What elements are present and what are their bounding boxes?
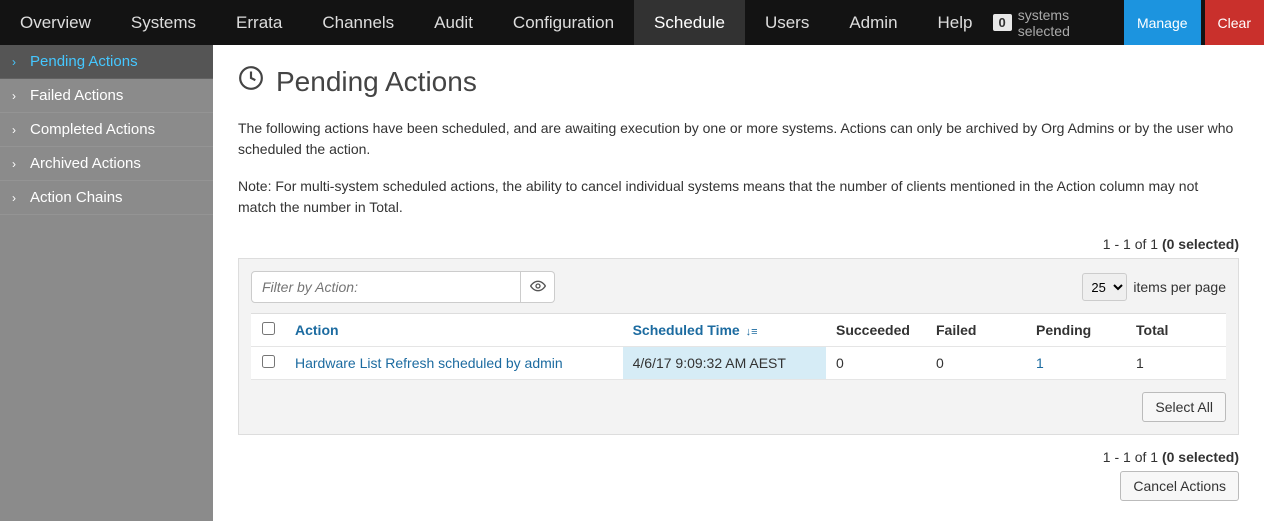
nav-overview[interactable]: Overview: [0, 0, 111, 45]
cell-succeeded: 0: [826, 347, 926, 380]
nav-users[interactable]: Users: [745, 0, 829, 45]
chevron-right-icon: ›: [12, 89, 22, 103]
clock-icon: [238, 65, 264, 98]
sidebar-item-label: Action Chains: [30, 189, 123, 206]
action-link[interactable]: Hardware List Refresh scheduled by admin: [295, 355, 563, 371]
sidebar-item-completed-actions[interactable]: › Completed Actions: [0, 113, 213, 147]
filter-input[interactable]: [251, 271, 521, 303]
sidebar-item-label: Archived Actions: [30, 155, 141, 172]
col-succeeded: Succeeded: [826, 314, 926, 347]
chevron-right-icon: ›: [12, 191, 22, 205]
chevron-right-icon: ›: [12, 55, 22, 69]
systems-selected[interactable]: 0 systems selected: [993, 0, 1124, 45]
table-row: Hardware List Refresh scheduled by admin…: [251, 347, 1226, 380]
result-selected: (0 selected): [1162, 449, 1239, 465]
result-range: 1 - 1 of 1: [1103, 449, 1162, 465]
row-checkbox[interactable]: [262, 355, 275, 368]
cell-scheduled-time: 4/6/17 9:09:32 AM AEST: [623, 347, 826, 380]
page-title: Pending Actions: [238, 65, 1239, 98]
actions-table: Action Scheduled Time ↓≡ Succeeded Faile…: [251, 313, 1226, 380]
result-range: 1 - 1 of 1: [1103, 236, 1162, 252]
cancel-actions-button[interactable]: Cancel Actions: [1120, 471, 1239, 501]
sidebar-item-label: Failed Actions: [30, 87, 123, 104]
chevron-right-icon: ›: [12, 123, 22, 137]
col-scheduled-time[interactable]: Scheduled Time ↓≡: [623, 314, 826, 347]
nav-schedule[interactable]: Schedule: [634, 0, 745, 45]
nav-help[interactable]: Help: [918, 0, 993, 45]
eye-icon: [530, 278, 546, 297]
col-total: Total: [1126, 314, 1226, 347]
items-per-page-label: items per page: [1133, 279, 1226, 295]
result-selected: (0 selected): [1162, 236, 1239, 252]
items-per-page-select[interactable]: 25: [1082, 273, 1127, 301]
main-content: Pending Actions The following actions ha…: [213, 45, 1264, 521]
clear-button[interactable]: Clear: [1205, 0, 1264, 45]
chevron-right-icon: ›: [12, 157, 22, 171]
col-action[interactable]: Action: [285, 314, 623, 347]
page-title-text: Pending Actions: [276, 66, 477, 98]
nav-audit[interactable]: Audit: [414, 0, 493, 45]
nav-configuration[interactable]: Configuration: [493, 0, 634, 45]
col-pending: Pending: [1026, 314, 1126, 347]
intro-paragraph-2: Note: For multi-system scheduled actions…: [238, 176, 1239, 218]
actions-panel: 25 items per page Action Sc: [238, 258, 1239, 435]
nav-admin[interactable]: Admin: [829, 0, 917, 45]
nav-errata[interactable]: Errata: [216, 0, 302, 45]
sidebar: › Pending Actions › Failed Actions › Com…: [0, 45, 213, 521]
result-summary-top: 1 - 1 of 1 (0 selected): [238, 236, 1239, 252]
sidebar-item-pending-actions[interactable]: › Pending Actions: [0, 45, 213, 79]
sidebar-item-label: Completed Actions: [30, 121, 155, 138]
sidebar-item-failed-actions[interactable]: › Failed Actions: [0, 79, 213, 113]
top-nav: Overview Systems Errata Channels Audit C…: [0, 0, 1264, 45]
manage-button[interactable]: Manage: [1124, 0, 1201, 45]
sidebar-item-archived-actions[interactable]: › Archived Actions: [0, 147, 213, 181]
systems-selected-count: 0: [993, 14, 1012, 31]
items-per-page: 25 items per page: [1082, 273, 1226, 301]
sidebar-item-action-chains[interactable]: › Action Chains: [0, 181, 213, 215]
nav-systems[interactable]: Systems: [111, 0, 216, 45]
filter-visibility-button[interactable]: [521, 271, 555, 303]
intro-paragraph-1: The following actions have been schedule…: [238, 118, 1239, 160]
col-failed: Failed: [926, 314, 1026, 347]
nav-channels[interactable]: Channels: [302, 0, 414, 45]
select-all-checkbox[interactable]: [262, 322, 275, 335]
select-all-button[interactable]: Select All: [1142, 392, 1226, 422]
pending-link[interactable]: 1: [1036, 355, 1044, 371]
systems-selected-label: systems selected: [1018, 7, 1114, 39]
sort-desc-icon: ↓≡: [746, 326, 758, 338]
cell-total: 1: [1126, 347, 1226, 380]
cell-failed: 0: [926, 347, 1026, 380]
result-summary-bottom: 1 - 1 of 1 (0 selected): [1103, 449, 1239, 465]
sidebar-item-label: Pending Actions: [30, 53, 138, 70]
